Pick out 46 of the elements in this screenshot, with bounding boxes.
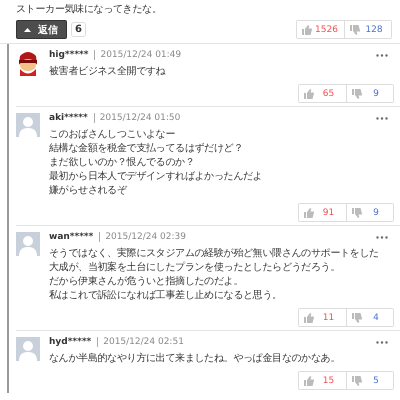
comment-line: まだ欲しいのか？恨んでるのか？ — [49, 156, 196, 170]
thumbs-down-icon — [352, 88, 362, 98]
thumbs-down-icon — [352, 208, 362, 218]
thumbs-up-icon — [304, 88, 314, 98]
caret-icon — [24, 28, 31, 32]
user-name[interactable]: hyd***** — [49, 337, 92, 347]
thumbs-up-icon — [304, 208, 314, 218]
thumbs-down-icon — [352, 312, 362, 322]
comment-line: 被害者ビジネス全開ですね — [49, 65, 166, 79]
comment-date: 2015/12/24 01:49 — [94, 50, 182, 60]
comment-line: 最初から日本人でデザインすればよかったんだよ — [49, 170, 264, 184]
user-name[interactable]: wan***** — [49, 232, 94, 242]
comment-line: 私はこれで訴訟になれば工事差し止めになると思う。 — [49, 289, 283, 303]
avatar-icon — [16, 113, 40, 137]
more-icon[interactable] — [376, 236, 388, 238]
thumbs-down-icon — [352, 376, 362, 386]
comment-line: だから伊東さんが危ういと指摘したのだよ。 — [49, 275, 244, 289]
avatar-icon — [16, 232, 40, 256]
thumbs-up-icon — [302, 24, 312, 34]
comment-date: 2015/12/24 02:51 — [97, 337, 184, 347]
more-icon[interactable] — [376, 340, 388, 344]
reply-button[interactable]: 返信 — [16, 20, 67, 39]
comment-line: このおばさんしつこいよなー — [49, 128, 176, 142]
comment-date: 2015/12/24 01:50 — [94, 113, 180, 123]
dislike-button[interactable]: 9 — [346, 85, 393, 102]
comment-text: ストーカー気味になってきたな。 — [16, 3, 163, 17]
user-name[interactable]: aki***** — [49, 113, 88, 123]
comment-line: 結構な金額を税金で支払ってるはずだけど？ — [49, 142, 244, 156]
dislike-button[interactable]: 5 — [346, 372, 393, 389]
thumbs-up-icon — [304, 312, 314, 322]
more-icon[interactable] — [376, 116, 388, 120]
comment-line: 大成が、当初案を土台にしたプランを使ったとしたらどうだろう。 — [49, 261, 342, 275]
comment-line: なんか半島的なやり方に出て来ましたね。やっぱ金目なのかなあ。 — [49, 352, 342, 366]
comment-line: そうではなく、実際にスタジアムの経験が殆ど無い隈さんのサポートをした — [49, 247, 380, 261]
thumbs-down-icon — [350, 24, 360, 34]
comment-date: 2015/12/24 02:39 — [99, 232, 186, 242]
avatar-icon — [16, 337, 40, 361]
avatar-icon — [16, 50, 40, 76]
more-icon[interactable] — [376, 54, 388, 56]
comment-line: 嫌がらせされるぞ — [49, 184, 128, 198]
dislike-button[interactable]: 9 — [346, 204, 393, 221]
thumbs-up-icon — [304, 376, 314, 386]
reply-count: 6 — [71, 22, 86, 37]
dislike-button[interactable]: 128 — [344, 21, 391, 38]
user-name[interactable]: hig***** — [49, 50, 88, 60]
dislike-button[interactable]: 4 — [346, 309, 393, 326]
